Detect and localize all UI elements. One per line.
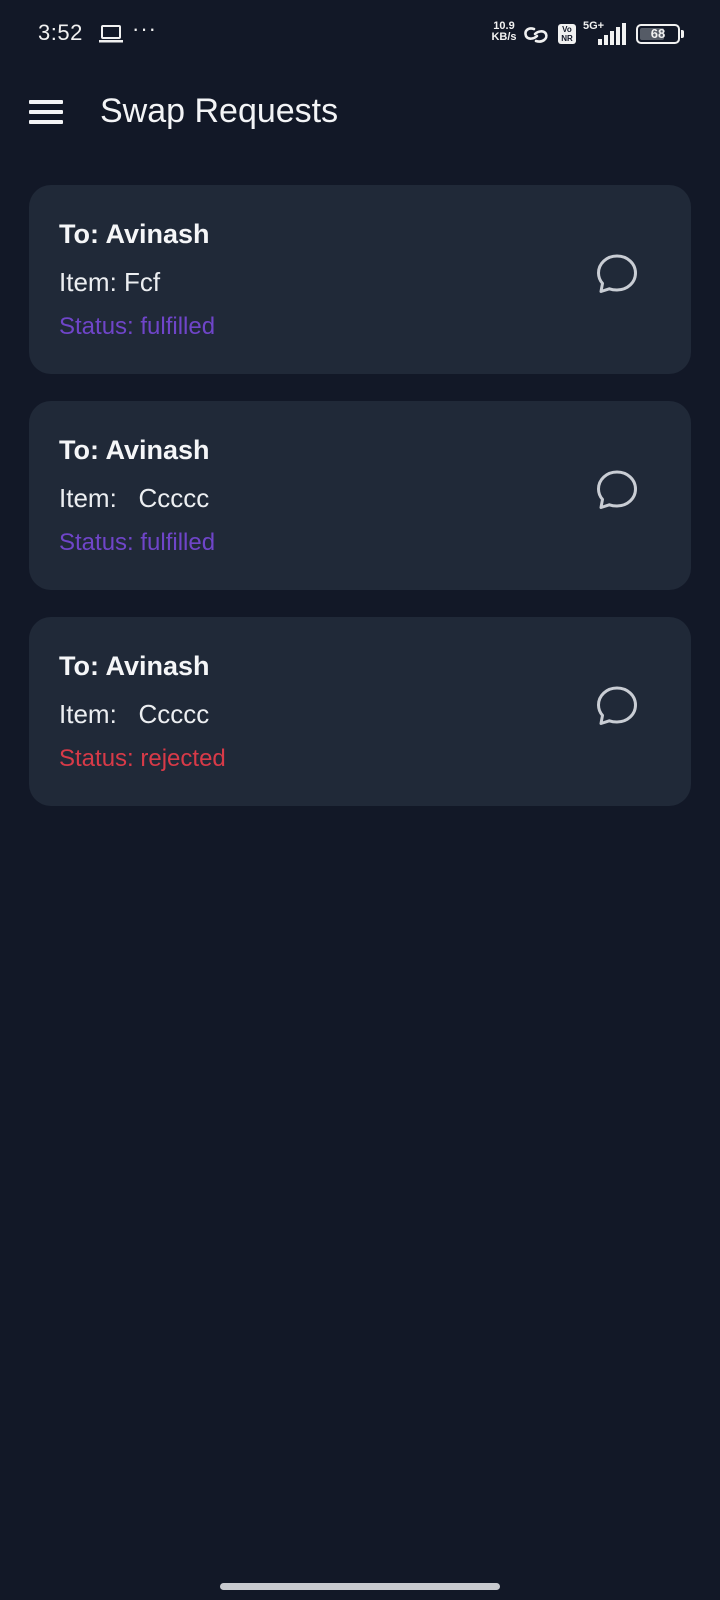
status-time: 3:52 [38, 20, 83, 45]
chat-bubble-icon[interactable] [593, 466, 641, 514]
signal-icon [598, 23, 626, 45]
page-title: Swap Requests [100, 92, 339, 130]
menu-line [29, 110, 63, 114]
request-status: Status: fulfilled [59, 529, 216, 556]
menu-line [29, 100, 63, 104]
request-recipient: To: Avinash [59, 651, 210, 681]
network-speed: 10.9 KB/s [488, 21, 520, 43]
vonr-bottom: NR [561, 34, 573, 43]
home-indicator[interactable] [220, 1583, 500, 1590]
network-speed-unit: KB/s [491, 31, 517, 43]
app-bar: Swap Requests [0, 70, 720, 154]
menu-line [29, 120, 63, 124]
link-icon [524, 27, 548, 43]
chat-bubble-icon[interactable] [593, 250, 641, 298]
battery-cap [681, 30, 684, 38]
request-recipient: To: Avinash [59, 219, 210, 249]
chat-bubble-icon[interactable] [593, 682, 641, 730]
vonr-icon: Vo NR [558, 24, 576, 44]
vonr-top: Vo [562, 25, 572, 34]
request-recipient: To: Avinash [59, 435, 210, 465]
hamburger-menu-icon[interactable] [24, 90, 68, 134]
battery-icon: 68 [636, 24, 680, 44]
request-status: Status: fulfilled [59, 313, 216, 340]
request-item: Item: Fcf [59, 267, 161, 297]
request-item: Item: Ccccc [59, 483, 210, 513]
request-card[interactable]: To: Avinash Item: Ccccc Status: rejected [29, 617, 691, 806]
status-bar: 3:52 ··· 10.9 KB/s Vo NR 5G+ 68 [0, 0, 720, 70]
request-list: To: Avinash Item: Fcf Status: fulfilled … [29, 185, 691, 833]
laptop-icon [99, 25, 123, 43]
screen: 3:52 ··· 10.9 KB/s Vo NR 5G+ 68 Swap Req… [0, 0, 720, 1600]
battery-level: 68 [650, 26, 666, 41]
request-card[interactable]: To: Avinash Item: Fcf Status: fulfilled [29, 185, 691, 374]
request-card[interactable]: To: Avinash Item: Ccccc Status: fulfille… [29, 401, 691, 590]
more-notifications-icon: ··· [132, 16, 157, 41]
request-item: Item: Ccccc [59, 699, 210, 729]
request-status: Status: rejected [59, 745, 226, 772]
